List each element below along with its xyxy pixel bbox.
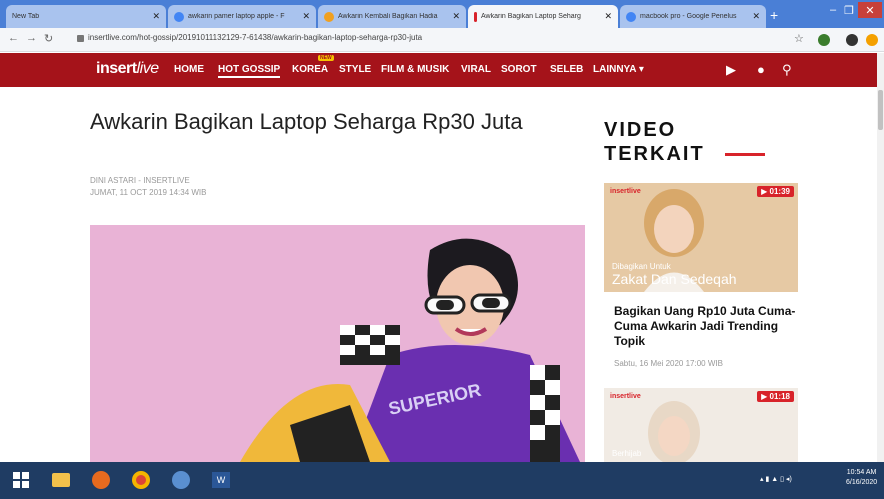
close-icon[interactable]: ✕ xyxy=(302,11,310,22)
heading-line-1: VIDEO xyxy=(604,119,677,141)
restore-icon[interactable]: ❐ xyxy=(842,2,856,18)
tab-title: awkarin pamer laptop apple - F xyxy=(188,13,285,20)
caption-big: Zakat Dan Sedeqah xyxy=(612,271,737,287)
scrollbar-thumb[interactable] xyxy=(878,90,883,130)
clock-date: 6/16/2020 xyxy=(846,479,878,486)
insertlive-logo[interactable]: insertlive xyxy=(96,60,159,78)
nav-sorot[interactable]: SOROT xyxy=(501,64,537,75)
minimize-icon[interactable]: – xyxy=(826,2,840,18)
video-date: Sabtu, 16 Mei 2020 17:00 WIB xyxy=(614,359,723,368)
nav-seleb[interactable]: SELEB xyxy=(550,64,583,75)
word-icon[interactable]: W xyxy=(206,466,236,494)
start-windows-icon[interactable] xyxy=(6,466,36,494)
logo-suffix: live xyxy=(136,60,160,77)
forward-icon[interactable]: → xyxy=(26,32,37,44)
tab-new-tab[interactable]: New Tab ✕ xyxy=(6,5,166,28)
thumbnail-caption: Berhijab xyxy=(612,447,641,460)
chrome-icon[interactable] xyxy=(126,466,156,494)
video-title-link[interactable]: Bagikan Uang Rp10 Juta Cuma-Cuma Awkarin… xyxy=(614,304,800,349)
google-icon xyxy=(174,11,184,22)
tab-title: Awkarin Kembali Bagikan Hadia xyxy=(338,13,438,20)
tab-title: Awkarin Bagikan Laptop Seharg xyxy=(481,13,581,20)
tab-macbook-search[interactable]: macbook pro - Google Penelus ✕ xyxy=(620,5,766,28)
tab-awkarin-hadiah[interactable]: Awkarin Kembali Bagikan Hadia ✕ xyxy=(318,5,466,28)
new-badge: NEW xyxy=(318,55,334,61)
nav-film-musik[interactable]: FILM & MUSIK xyxy=(381,64,449,75)
video-duration-badge: ▶ 01:39 xyxy=(757,186,794,197)
video-duration-badge: ▶ 01:18 xyxy=(757,391,794,402)
media-player-icon[interactable] xyxy=(166,466,196,494)
heading-accent-line xyxy=(725,153,765,156)
user-icon[interactable]: ● xyxy=(757,62,765,77)
reload-icon[interactable]: ↻ xyxy=(44,32,53,45)
profile-icon[interactable] xyxy=(846,34,858,46)
search-icon[interactable]: ⚲ xyxy=(782,62,792,78)
nav-home[interactable]: HOME xyxy=(174,64,204,75)
nav-hot-gossip[interactable]: HOT GOSSIP xyxy=(218,64,281,78)
video-thumbnail[interactable]: insertlive ▶ 01:39 Dibagikan Untuk Zakat… xyxy=(604,183,798,292)
update-icon[interactable] xyxy=(866,34,878,46)
thumbnail-brand: insertlive xyxy=(610,188,641,195)
nav-viral[interactable]: VIRAL xyxy=(461,64,491,75)
file-explorer-icon[interactable] xyxy=(46,466,76,494)
insertlive-favicon-icon xyxy=(474,11,477,22)
article-byline: DINI ASTARI - INSERTLIVE JUMAT, 11 OCT 2… xyxy=(90,175,207,199)
hero-illustration: SUPERIOR xyxy=(90,225,585,462)
thumbnail-caption: Dibagikan Untuk Zakat Dan Sedeqah xyxy=(612,260,737,286)
firefox-icon[interactable] xyxy=(86,466,116,494)
close-window-icon[interactable]: ✕ xyxy=(858,2,882,18)
article-title: Awkarin Bagikan Laptop Seharga Rp30 Juta xyxy=(90,109,523,134)
tab-title: New Tab xyxy=(12,13,40,20)
address-bar: ← → ↻ insertlive.com/hot-gossip/20191011… xyxy=(0,28,884,52)
bookmark-star-icon[interactable]: ☆ xyxy=(794,32,804,45)
close-icon[interactable]: ✕ xyxy=(752,11,760,22)
thumbnail-brand: insertlive xyxy=(610,393,641,400)
article-date: JUMAT, 11 OCT 2019 14:34 WIB xyxy=(90,188,207,197)
tab-title: macbook pro - Google Penelus xyxy=(640,13,737,20)
clock-time: 10:54 AM xyxy=(846,469,877,476)
nav-style[interactable]: STYLE xyxy=(339,64,371,75)
google-icon xyxy=(626,11,636,22)
video-play-icon[interactable]: ▶ xyxy=(726,62,736,78)
tray-icons[interactable]: ▴ ▮ ▲ ▯ ◂) xyxy=(760,475,792,483)
nav-lainnya[interactable]: LAINNYA ▾ xyxy=(593,64,644,75)
caption-small: Berhijab xyxy=(612,449,642,458)
nav-korea[interactable]: KOREA xyxy=(292,64,328,75)
article-author: DINI ASTARI - INSERTLIVE xyxy=(90,176,190,185)
lock-icon xyxy=(77,35,84,42)
url-field[interactable]: insertlive.com/hot-gossip/20191011132129… xyxy=(88,33,422,42)
back-icon[interactable]: ← xyxy=(8,32,19,44)
article-hero-image: SUPERIOR xyxy=(90,225,585,462)
close-icon[interactable]: ✕ xyxy=(452,11,460,22)
close-icon[interactable]: ✕ xyxy=(604,11,612,22)
tab-google-search[interactable]: awkarin pamer laptop apple - F ✕ xyxy=(168,5,316,28)
new-tab-button[interactable]: + xyxy=(770,8,778,22)
close-icon[interactable]: ✕ xyxy=(152,11,160,22)
extension-icon[interactable] xyxy=(818,34,830,46)
site-favicon-icon xyxy=(324,11,334,22)
video-thumbnail[interactable]: insertlive ▶ 01:18 Berhijab xyxy=(604,388,798,462)
video-terkait-heading: VIDEO TERKAIT xyxy=(604,118,705,166)
windows-logo-icon xyxy=(13,472,29,488)
windows-taskbar: W ▴ ▮ ▲ ▯ ◂) 10:54 AM 6/16/2020 xyxy=(0,462,884,499)
system-clock[interactable]: 10:54 AM 6/16/2020 xyxy=(846,468,877,488)
site-navbar: insertlive HOME HOT GOSSIP NEW KOREA STY… xyxy=(0,53,877,87)
logo-main: insert xyxy=(96,60,137,77)
heading-line-2: TERKAIT xyxy=(604,143,705,165)
tab-awkarin-laptop[interactable]: Awkarin Bagikan Laptop Seharg ✕ xyxy=(468,5,618,28)
browser-tab-strip: New Tab ✕ awkarin pamer laptop apple - F… xyxy=(0,0,884,28)
